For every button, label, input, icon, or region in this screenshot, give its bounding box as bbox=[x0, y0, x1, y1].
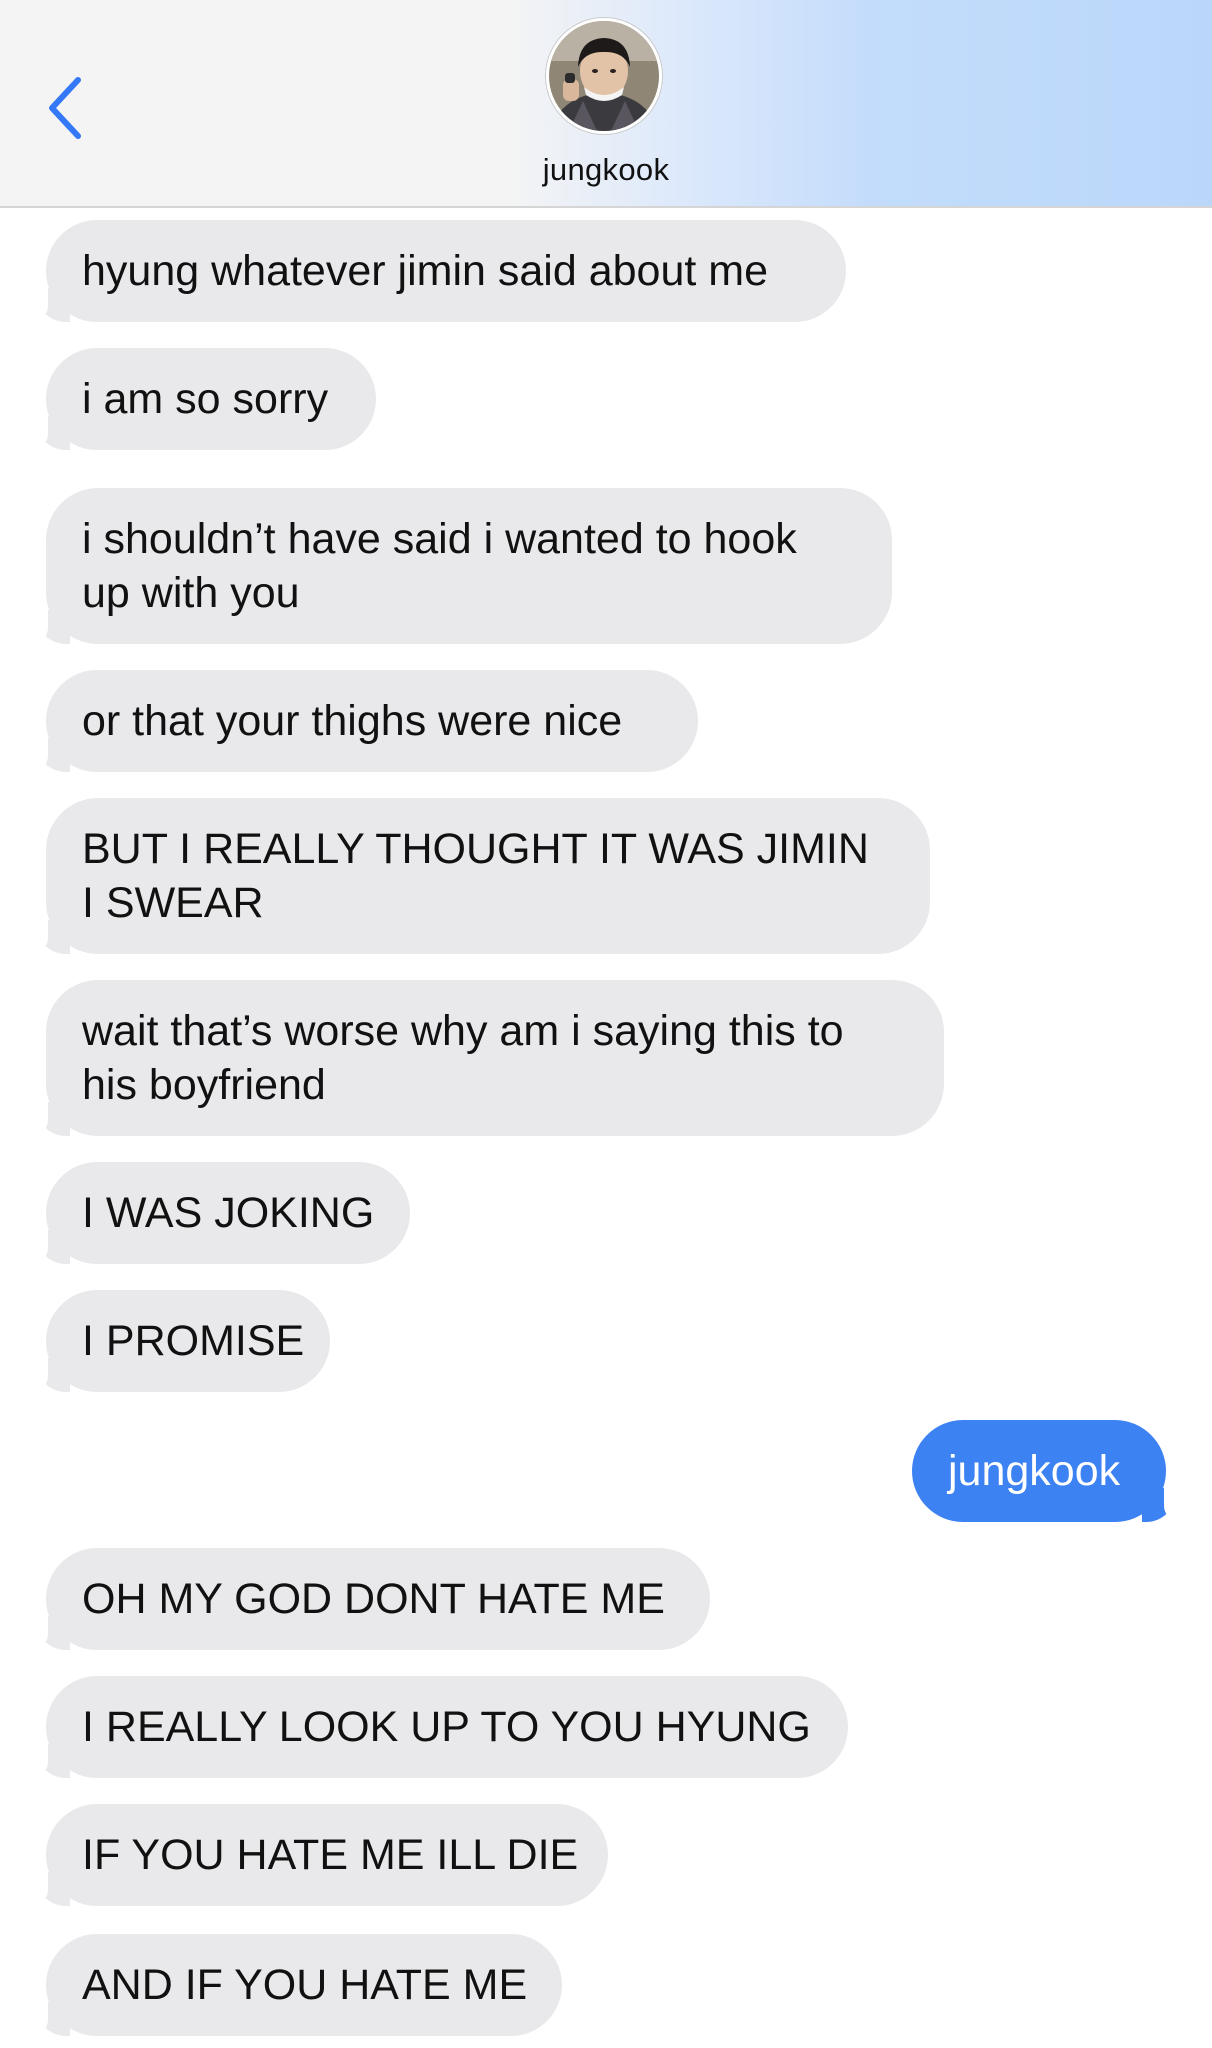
contact-photo bbox=[549, 21, 659, 131]
message-text: his boyfriend bbox=[82, 1061, 326, 1109]
message-bubble[interactable]: i am so sorry bbox=[46, 348, 376, 450]
bubble-tail bbox=[18, 1870, 70, 1908]
message-text: up with you bbox=[82, 569, 300, 617]
bubble-tail bbox=[1142, 1486, 1194, 1524]
bubble-tail bbox=[18, 1742, 70, 1780]
message-text: or that your thighs were nice bbox=[82, 697, 623, 745]
back-button[interactable] bbox=[40, 70, 96, 146]
bubble-tail bbox=[18, 286, 70, 324]
bubble-tail bbox=[18, 1614, 70, 1652]
message-text: wait that’s worse why am i saying this t… bbox=[82, 1007, 844, 1055]
message-thread: hyung whatever jimin said about me i am … bbox=[0, 208, 1212, 2048]
bubble-tail bbox=[18, 414, 70, 452]
message-bubble[interactable]: AND IF YOU HATE ME bbox=[46, 1934, 562, 2036]
bubble-tail bbox=[18, 1356, 70, 1394]
message-bubble[interactable]: hyung whatever jimin said about me bbox=[46, 220, 846, 322]
message-text: I REALLY LOOK UP TO YOU HYUNG bbox=[82, 1703, 811, 1751]
message-text: I PROMISE bbox=[82, 1317, 305, 1365]
message-bubble[interactable]: i shouldn’t have said i wanted to hook u… bbox=[46, 488, 892, 644]
message-bubble[interactable]: OH MY GOD DONT HATE ME bbox=[46, 1548, 710, 1650]
message-bubble[interactable]: or that your thighs were nice bbox=[46, 670, 698, 772]
bubble-tail bbox=[18, 1100, 70, 1138]
message-text: I WAS JOKING bbox=[82, 1189, 375, 1237]
bubble-tail bbox=[18, 736, 70, 774]
message-text: hyung whatever jimin said about me bbox=[82, 247, 768, 295]
message-text: i shouldn’t have said i wanted to hook bbox=[82, 515, 797, 563]
message-text: BUT I REALLY THOUGHT IT WAS JIMIN bbox=[82, 825, 869, 873]
message-text: IF YOU HATE ME ILL DIE bbox=[82, 1831, 579, 1879]
message-bubble[interactable]: wait that’s worse why am i saying this t… bbox=[46, 980, 944, 1136]
message-text: i am so sorry bbox=[82, 375, 329, 423]
message-bubble[interactable]: BUT I REALLY THOUGHT IT WAS JIMIN I SWEA… bbox=[46, 798, 930, 954]
bubble-tail bbox=[18, 2000, 70, 2038]
message-text: jungkook bbox=[948, 1447, 1121, 1495]
bubble-tail bbox=[18, 918, 70, 956]
message-bubble[interactable]: I REALLY LOOK UP TO YOU HYUNG bbox=[46, 1676, 848, 1778]
conversation-header: jungkook bbox=[0, 0, 1212, 208]
avatar[interactable] bbox=[546, 18, 662, 134]
bubble-tail bbox=[18, 1228, 70, 1266]
message-text: AND IF YOU HATE ME bbox=[82, 1961, 528, 2009]
message-bubble[interactable]: I PROMISE bbox=[46, 1290, 330, 1392]
message-text: OH MY GOD DONT HATE ME bbox=[82, 1575, 665, 1623]
sent-message-bubble[interactable]: jungkook bbox=[912, 1420, 1166, 1522]
chevron-left-icon bbox=[49, 77, 81, 139]
message-bubble[interactable]: I WAS JOKING bbox=[46, 1162, 410, 1264]
bubble-tail bbox=[18, 608, 70, 646]
message-text: I SWEAR bbox=[82, 879, 264, 927]
message-bubble[interactable]: IF YOU HATE ME ILL DIE bbox=[46, 1804, 608, 1906]
contact-name[interactable]: jungkook bbox=[0, 152, 1212, 188]
